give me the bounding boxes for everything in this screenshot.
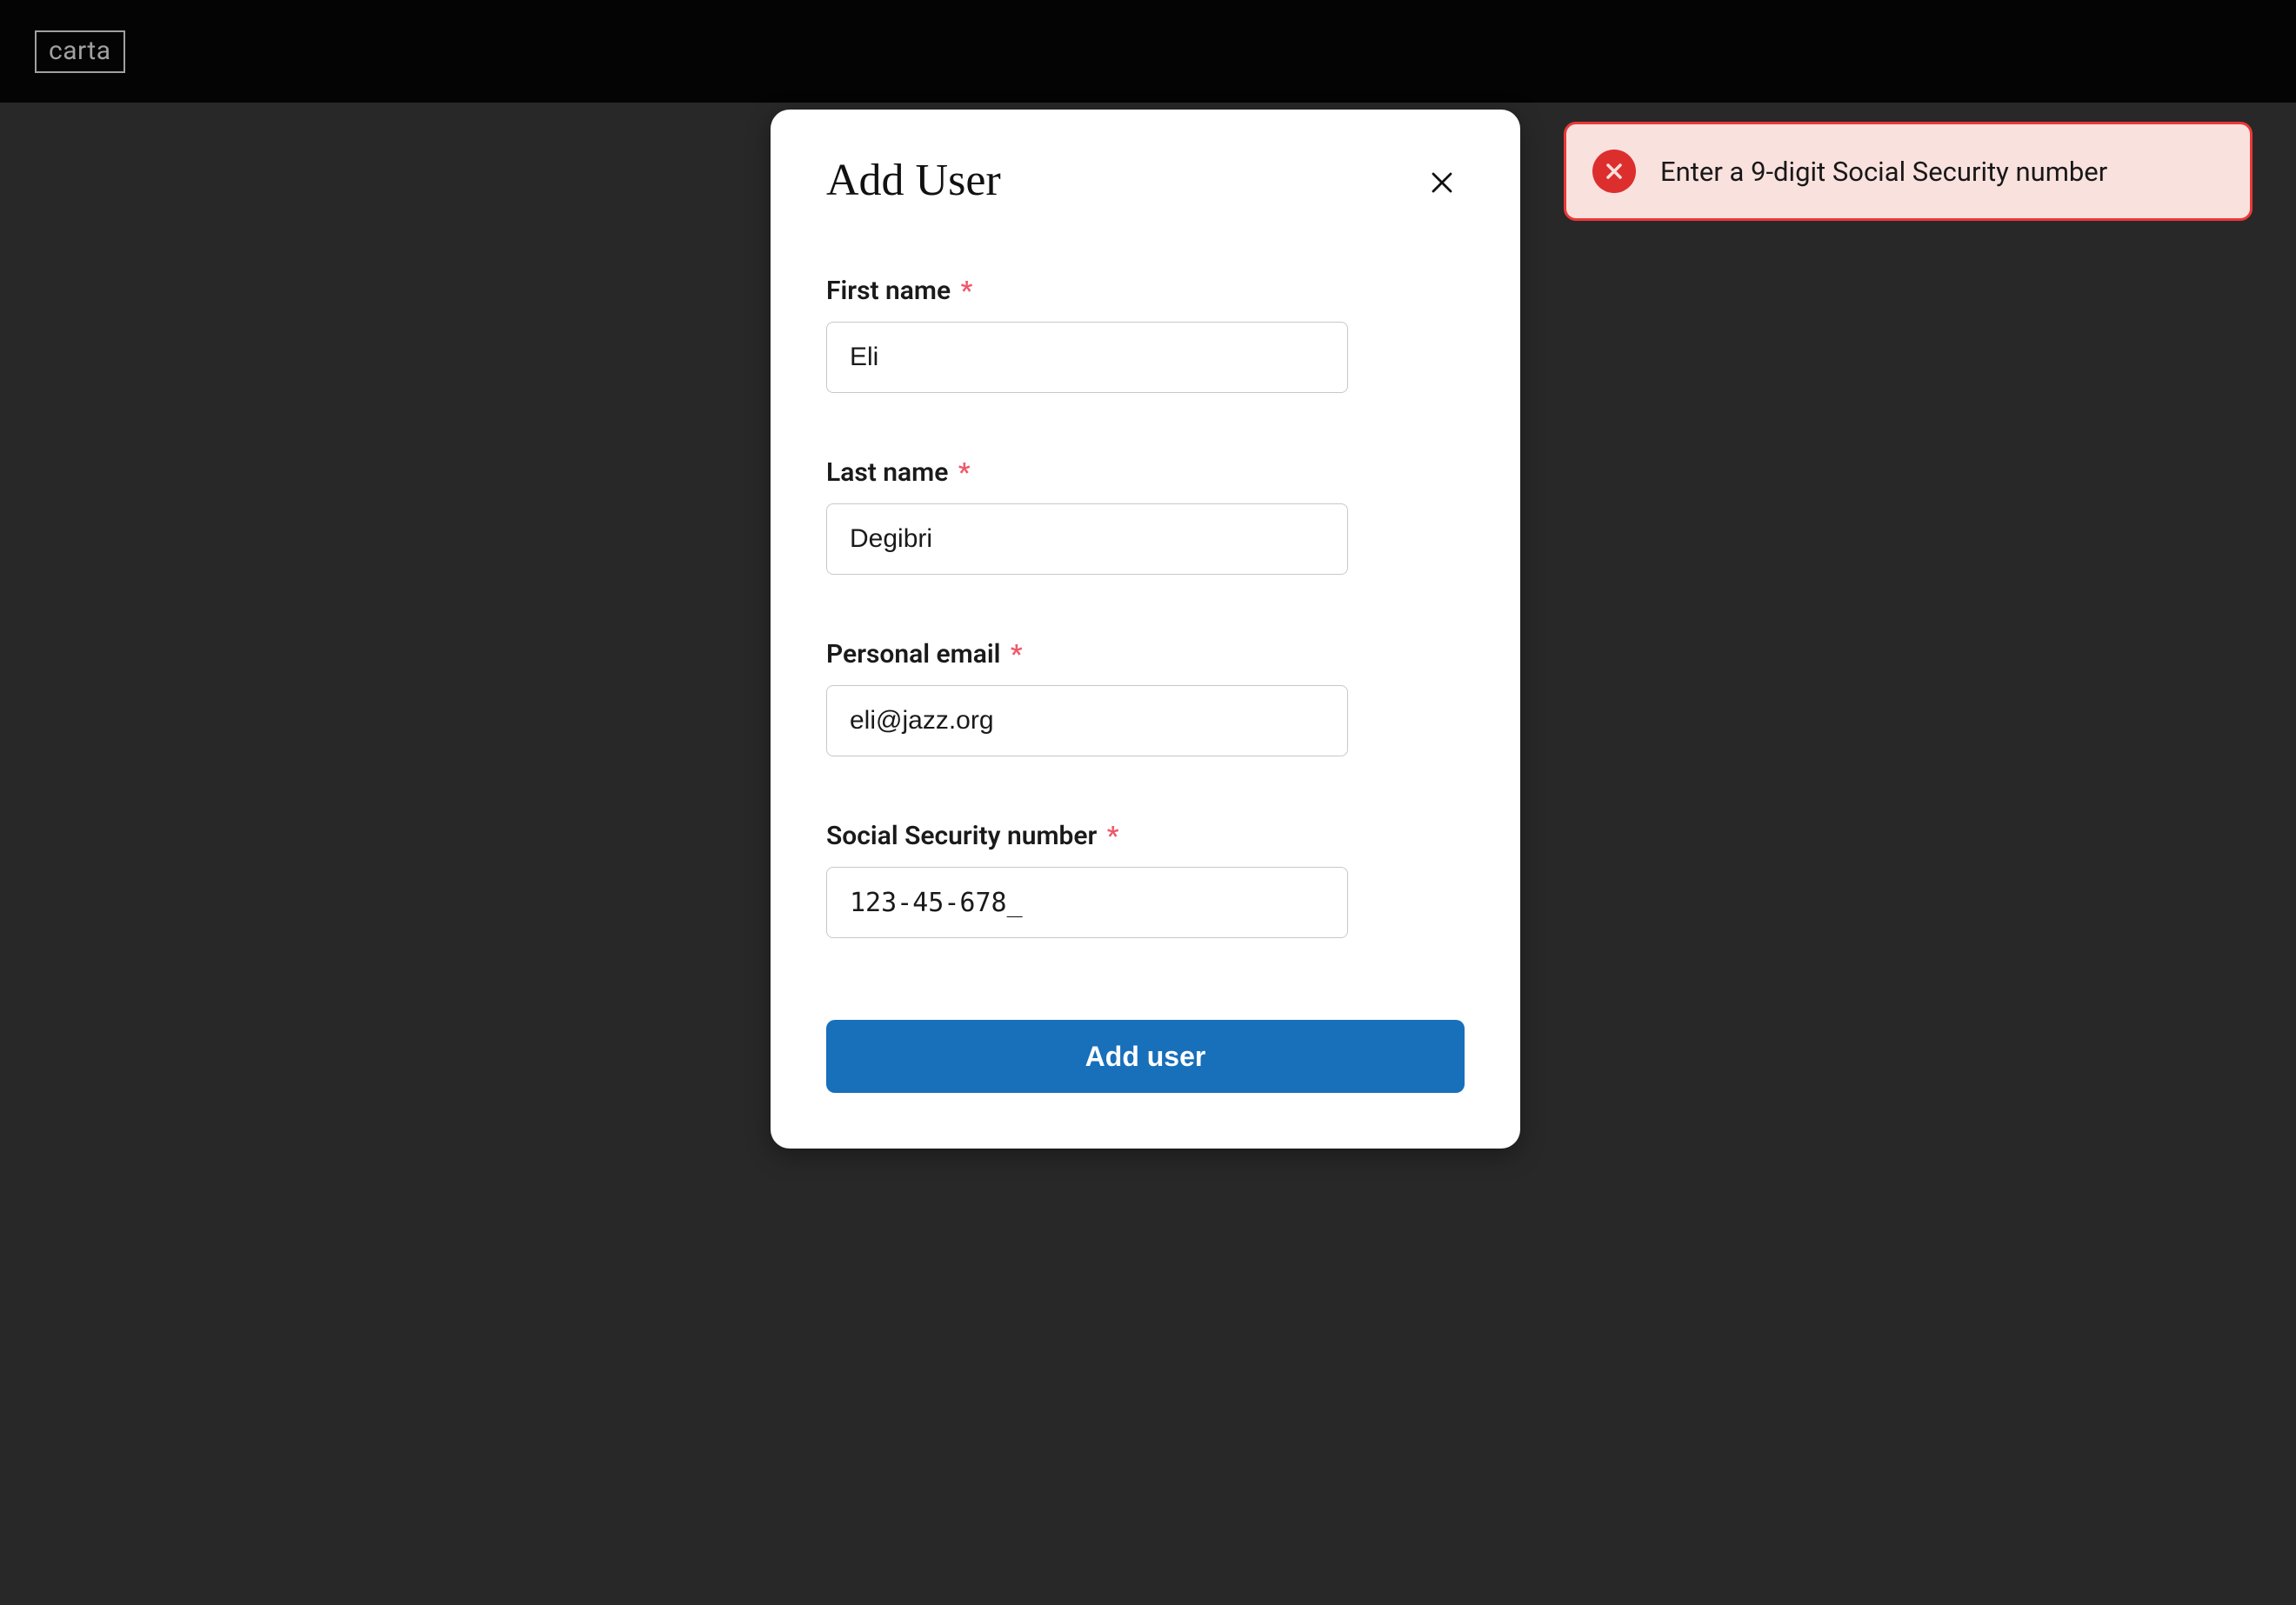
add-user-modal: Add User First name * Last name * Person… [771,110,1520,1149]
first-name-label: First name * [826,276,1465,306]
last-name-input[interactable] [826,503,1348,575]
first-name-label-text: First name [826,276,951,306]
email-label-text: Personal email [826,639,1000,669]
close-icon [1429,170,1455,196]
close-button[interactable] [1419,160,1465,205]
required-asterisk: * [958,457,971,488]
required-asterisk: * [1107,821,1119,851]
add-user-button[interactable]: Add user [826,1020,1465,1093]
first-name-field-group: First name * [826,276,1465,393]
ssn-label-text: Social Security number [826,821,1097,851]
last-name-field-group: Last name * [826,457,1465,575]
email-label: Personal email * [826,639,1465,669]
topbar: carta [0,0,2296,103]
error-icon [1592,150,1636,193]
brand-text: carta [49,36,111,66]
last-name-label-text: Last name [826,457,948,488]
error-toast-message: Enter a 9-digit Social Security number [1660,156,2107,188]
error-toast: Enter a 9-digit Social Security number [1564,122,2253,221]
ssn-field-group: Social Security number * [826,821,1465,938]
ssn-input[interactable] [826,867,1348,938]
required-asterisk: * [1011,639,1023,669]
brand-logo: carta [35,30,125,73]
first-name-input[interactable] [826,322,1348,393]
modal-header: Add User [826,155,1465,206]
modal-title: Add User [826,155,1001,206]
email-input[interactable] [826,685,1348,756]
required-asterisk: * [961,276,973,306]
ssn-label: Social Security number * [826,821,1465,851]
email-field-group: Personal email * [826,639,1465,756]
last-name-label: Last name * [826,457,1465,488]
